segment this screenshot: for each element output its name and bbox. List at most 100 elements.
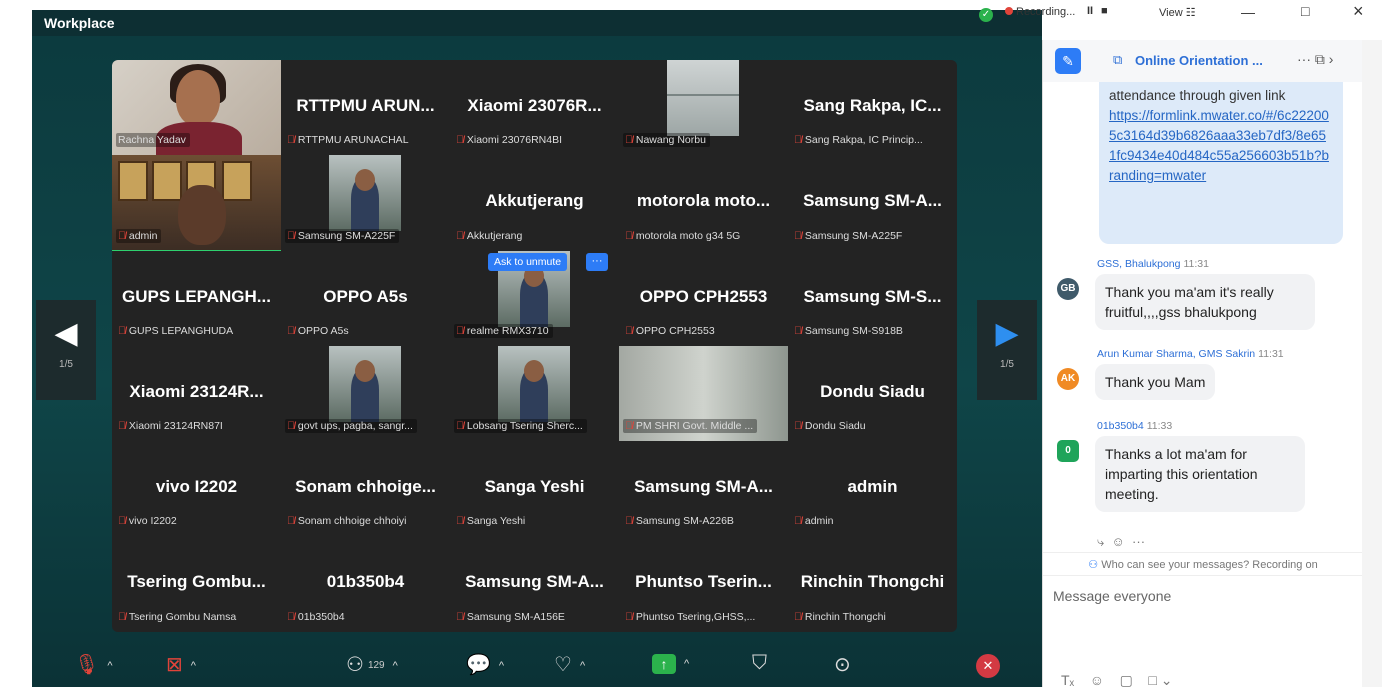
audio-button[interactable]: 🎙 ^	[74, 652, 113, 677]
participant-name-label: 🎙̸ Rinchin Thongchi	[794, 610, 886, 623]
who-can-see-link[interactable]: ⚇ Who can see your messages? Recording o…	[1043, 552, 1363, 576]
new-chat-button[interactable]: ✎	[1055, 48, 1081, 74]
participant-tile[interactable]: Sanga Yeshi 🎙̸ Sanga Yeshi	[450, 441, 619, 536]
avatar: AK	[1057, 368, 1079, 390]
participant-tile[interactable]: 🎙̸ govt ups, pagba, sangr...	[281, 345, 450, 441]
participant-tile[interactable]: vivo I2202 🎙̸ vivo I2202	[112, 441, 281, 536]
mic-muted-icon: 🎙̸	[456, 610, 464, 623]
link-message-text: attendance through given link	[1109, 88, 1286, 103]
format-icon[interactable]: Tₓ	[1061, 672, 1074, 687]
participant-tile[interactable]: Tsering Gombu... 🎙̸ Tsering Gombu Namsa	[112, 536, 281, 631]
mic-muted-icon: 🎙̸	[625, 229, 633, 242]
participant-tile[interactable]: motorola moto... 🎙̸ motorola moto g34 5G	[619, 155, 788, 250]
screenshot-icon[interactable]: □ ⌄	[1148, 672, 1172, 687]
participant-tile[interactable]: Samsung SM-S... 🎙̸ Samsung SM-S918B	[788, 251, 957, 346]
form-link[interactable]: https://formlink.mwater.co/#/6c222005c31…	[1109, 108, 1329, 183]
minimize-button[interactable]: —	[1241, 4, 1255, 20]
mic-muted-icon: 🎙̸	[287, 324, 295, 337]
participant-display-name: RTTPMU ARUN...	[296, 96, 435, 115]
participant-tile[interactable]: GUPS LEPANGH... 🎙̸ GUPS LEPANGHUDA	[112, 251, 281, 346]
chat-icon: 💬	[466, 654, 491, 676]
participant-tile[interactable]: Samsung SM-A... 🎙̸ Samsung SM-A156E	[450, 536, 619, 631]
mic-muted-icon: 🎙̸	[456, 229, 464, 242]
participant-tile[interactable]: Xiaomi 23076R... 🎙̸ Xiaomi 23076RN4BI	[450, 60, 619, 155]
previous-page-button[interactable]: ◀ 1/5	[36, 300, 96, 400]
leave-button[interactable]: ✕	[976, 654, 1000, 678]
participant-tile[interactable]: 🎙̸ admin	[112, 155, 281, 251]
participant-display-name: admin	[847, 477, 898, 497]
close-window-button[interactable]: ×	[1353, 1, 1364, 22]
message-sender: Arun Kumar Sharma, GMS Sakrin 11:31	[1097, 348, 1284, 360]
participant-name-label: 🎙̸ govt ups, pagba, sangr...	[285, 419, 417, 434]
participant-video	[329, 155, 401, 232]
participant-display-name: Samsung SM-A...	[465, 572, 604, 592]
chat-message: 0 01b350b4 11:33 Thanks a lot ma'am for i…	[1053, 420, 1353, 520]
participant-tile[interactable]: 01b350b4 🎙̸ 01b350b4	[281, 536, 450, 631]
participant-tile[interactable]: admin 🎙̸ admin	[788, 441, 957, 536]
view-button[interactable]: View ☷	[1159, 6, 1196, 19]
more-icon[interactable]: ···	[1132, 534, 1145, 549]
mic-muted-icon: 🎙̸	[118, 515, 126, 528]
message-actions[interactable]: ⤷ ☺ ···	[1097, 534, 1145, 550]
maximize-button[interactable]: □	[1301, 3, 1309, 19]
participant-tile[interactable]: Phuntso Tserin... 🎙̸ Phuntso Tsering,GHSS,…	[619, 536, 788, 631]
chat-header: ✎ ⧉ Online Orientation ... ··· ⧉ ›	[1043, 40, 1363, 82]
participant-tile[interactable]: 🎙̸ Lobsang Tsering Sherc...	[450, 345, 619, 441]
participant-tile[interactable]: Sonam chhoige... 🎙̸ Sonam chhoige chhoiyi	[281, 441, 450, 536]
message-sender: 01b350b4 11:33	[1097, 420, 1173, 432]
message-input[interactable]: Message everyone	[1053, 588, 1171, 604]
participant-display-name: Xiaomi 23124R...	[129, 381, 264, 401]
next-page-button[interactable]: ▶ 1/5	[977, 300, 1037, 400]
participant-tile[interactable]: RTTPMU ARUN... 🎙̸ RTTPMU ARUNACHAL	[281, 60, 450, 155]
participant-tile[interactable]: Dondu Siadu 🎙̸ Dondu Siadu	[788, 346, 957, 441]
chat-title[interactable]: Online Orientation ...	[1135, 53, 1263, 68]
participant-name-label: 🎙̸ Sanga Yeshi	[456, 515, 526, 528]
mic-muted-icon: 🎙̸	[456, 515, 464, 528]
chat-button[interactable]: 💬 ^	[466, 652, 504, 677]
message-text: Thank you Mam	[1095, 364, 1216, 400]
participant-name-label: 🎙̸ Dondu Siadu	[794, 420, 866, 433]
participant-display-name: Samsung SM-A...	[634, 477, 773, 497]
more-icon: ⊙	[834, 654, 851, 676]
more-button[interactable]: ⊙	[834, 652, 851, 677]
participants-button[interactable]: ⚇ 129 ^	[346, 652, 398, 677]
mic-muted-icon: 🎙̸	[287, 515, 295, 528]
participant-name-label: 🎙̸ Xiaomi 23124RN87I	[118, 420, 223, 433]
reply-icon[interactable]: ⤷	[1097, 534, 1104, 549]
participant-tile[interactable]: Sang Rakpa, IC... 🎙̸ Sang Rakpa, IC Princi…	[788, 60, 957, 155]
participant-name-label: 🎙̸ motorola moto g34 5G	[625, 229, 741, 242]
video-button[interactable]: ⊠ ^	[166, 652, 196, 677]
pause-recording-button[interactable]: II	[1087, 5, 1093, 17]
ask-to-unmute-button[interactable]: Ask to unmute	[488, 252, 568, 271]
edit-icon: ✎	[1062, 53, 1074, 69]
chat-header-actions[interactable]: ··· ⧉ ›	[1297, 51, 1333, 68]
tile-more-button[interactable]: ···	[586, 252, 608, 271]
message-sender: GSS, Bhalukpong 11:31	[1097, 258, 1209, 270]
host-tools-button[interactable]: ⛉	[752, 652, 767, 675]
reactions-button[interactable]: ♡ ^	[554, 652, 585, 677]
participant-tile[interactable]: Samsung SM-A... 🎙̸ Samsung SM-A226B	[619, 441, 788, 536]
people-icon: ⚇	[1088, 559, 1099, 571]
chat-message: GB GSS, Bhalukpong 11:31 Thank you ma'am …	[1053, 258, 1353, 338]
file-icon[interactable]: ▢	[1120, 672, 1133, 687]
participant-tile[interactable]: Xiaomi 23124R... 🎙̸ Xiaomi 23124RN87I	[112, 346, 281, 441]
emoji-icon[interactable]: ☺	[1112, 534, 1125, 549]
participant-tile[interactable]: Rinchin Thongchi 🎙̸ Rinchin Thongchi	[788, 536, 957, 631]
participant-display-name: motorola moto...	[636, 191, 771, 211]
participant-tile[interactable]: OPPO A5s 🎙̸ OPPO A5s	[281, 251, 450, 346]
participant-tile[interactable]: OPPO CPH2553 🎙̸ OPPO CPH2553	[619, 251, 788, 346]
mic-muted-icon: 🎙̸	[118, 610, 126, 623]
participant-tile[interactable]: Akkutjerang 🎙̸ Akkutjerang	[450, 155, 619, 250]
participant-tile[interactable]: Rachna Yadav	[112, 60, 281, 156]
participant-tile[interactable]: 🎙̸ realme RMX3710 Ask to unmute ···	[450, 250, 619, 346]
share-button[interactable]: ↑ ^	[652, 652, 689, 675]
participant-display-name: Sanga Yeshi	[484, 477, 585, 497]
participant-name-label: 🎙̸ Lobsang Tsering Sherc...	[454, 419, 587, 434]
emoji-icon[interactable]: ☺	[1090, 672, 1104, 687]
stop-recording-button[interactable]: ■	[1101, 5, 1108, 17]
participant-tile[interactable]: Samsung SM-A... 🎙̸ Samsung SM-A225F	[788, 155, 957, 250]
participant-tile[interactable]: 🎙̸ PM SHRI Govt. Middle ...	[619, 345, 788, 441]
participant-tile[interactable]: 🎙̸ Samsung SM-A225F	[281, 155, 450, 250]
participant-display-name: Tsering Gombu...	[127, 572, 266, 592]
participant-tile[interactable]: 🎙̸ Nawang Norbu	[619, 60, 788, 155]
